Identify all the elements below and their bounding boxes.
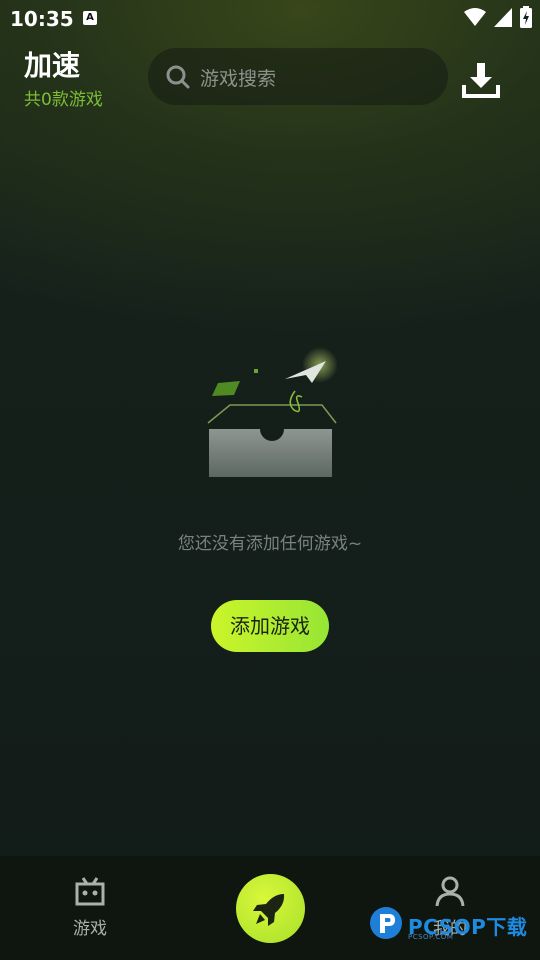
rocket-icon [253,894,285,926]
search-icon [166,65,190,89]
wifi-icon [464,8,486,26]
empty-message: 您还没有添加任何游戏~ [177,534,363,554]
watermark-logo: PCSOP下载 PCSOP.COM [368,905,538,945]
watermark-icon [370,907,402,939]
search-input[interactable]: 游戏搜索 [148,48,448,105]
search-placeholder: 游戏搜索 [200,68,277,90]
battery-icon [520,6,532,28]
download-button[interactable] [460,60,502,100]
gamepad-icon [75,877,105,906]
watermark-subtext: PCSOP.COM [408,933,454,941]
game-count: 共0款游戏 [24,90,103,110]
status-bar: 10:35 A [0,0,540,36]
nav-item-accelerate[interactable] [236,874,305,943]
nav-label-games: 游戏 [73,919,107,939]
page-title: 加速 [24,49,81,82]
empty-box-illustration [207,347,338,477]
status-icons [464,6,532,28]
status-time: 10:35 [10,7,74,31]
notification-icon: A [83,11,97,25]
nav-item-games[interactable]: 游戏 [55,876,125,939]
user-icon [435,876,465,907]
signal-icon [494,8,512,27]
add-game-button[interactable]: 添加游戏 [211,600,329,652]
download-icon [462,63,500,98]
